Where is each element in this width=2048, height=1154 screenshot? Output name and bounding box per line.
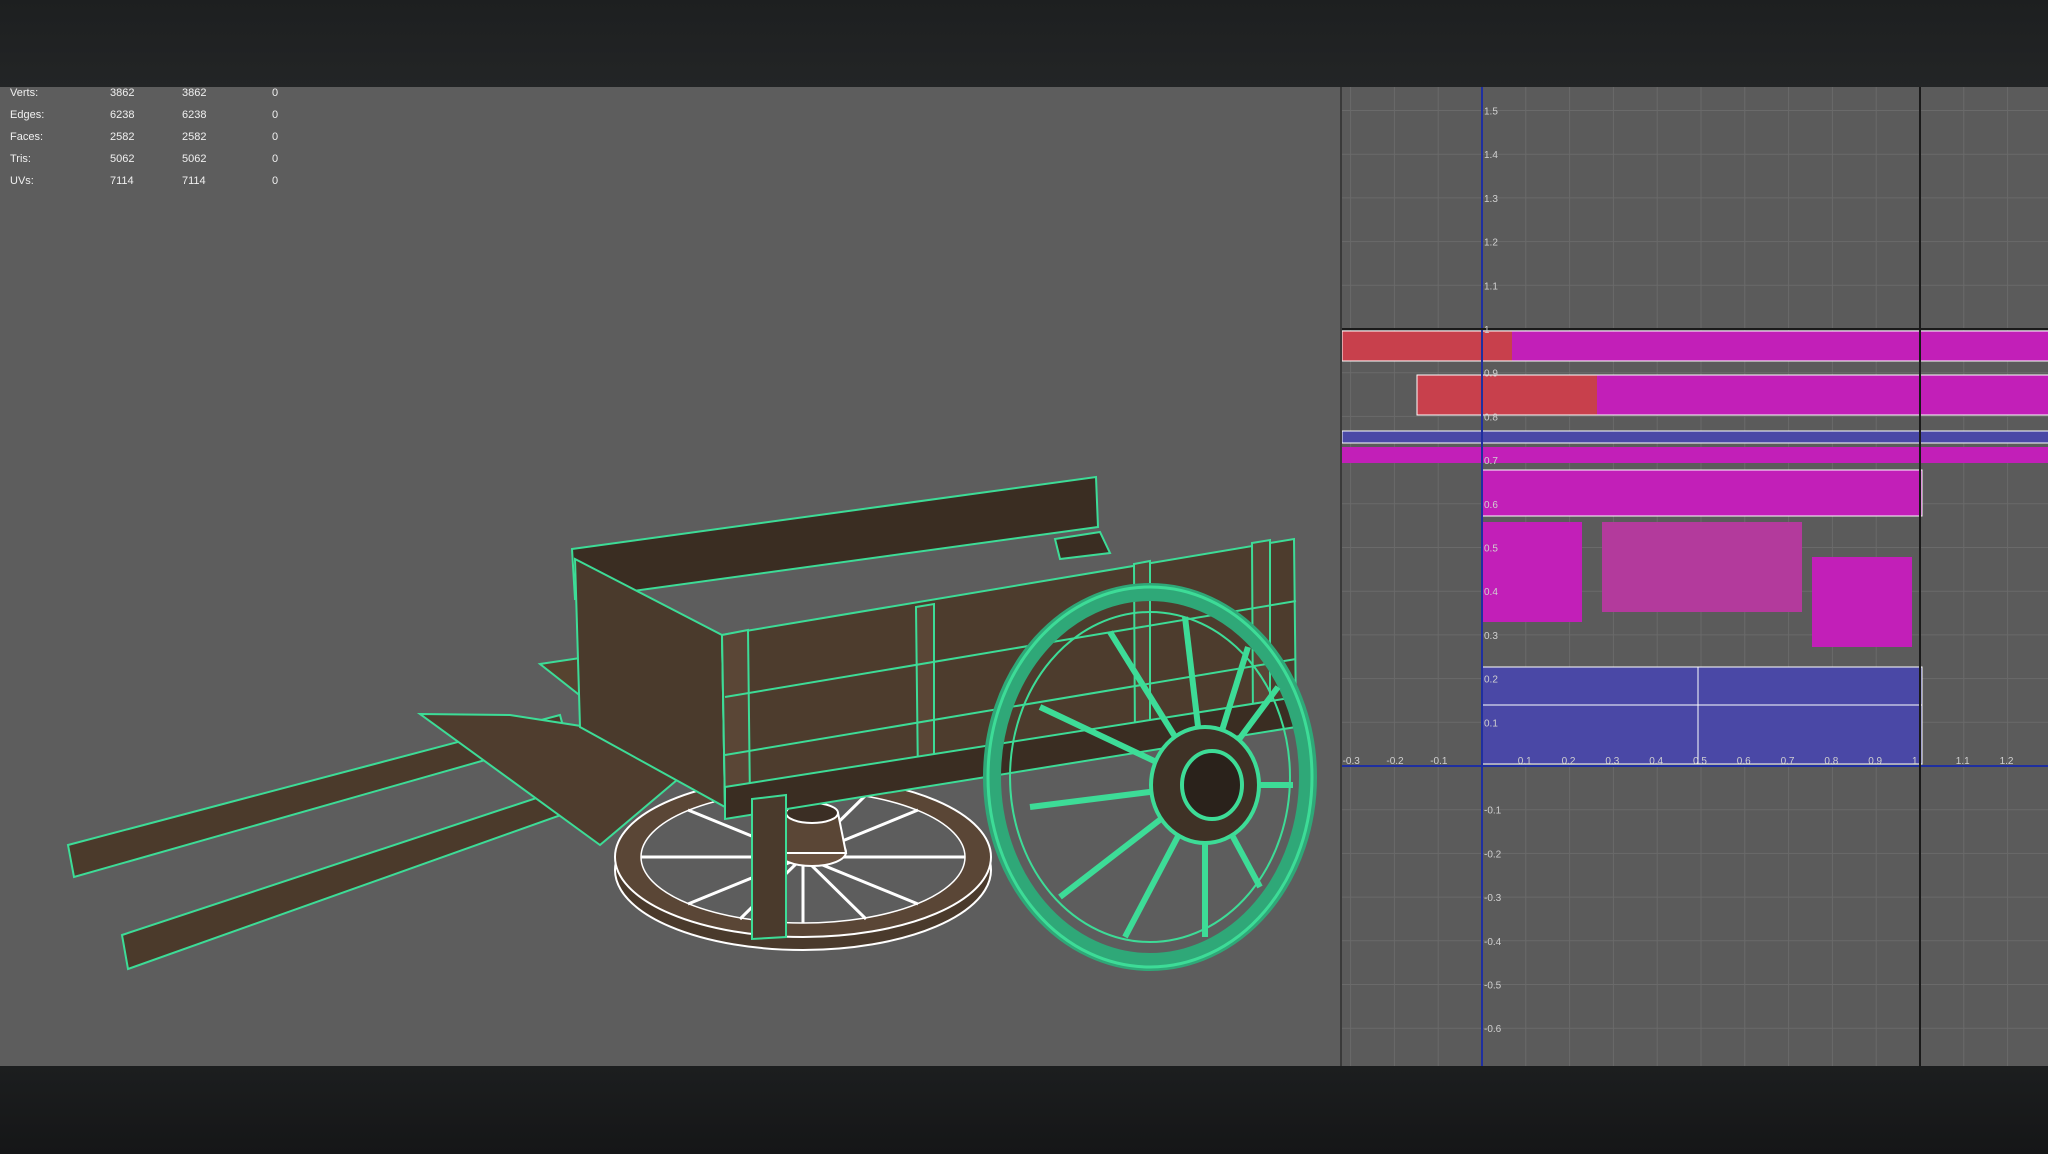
uv-u-tick-label: 1 <box>1912 756 1918 767</box>
uv-u-tick-label: 1.2 <box>2000 756 2014 767</box>
uv-u-tick-label: 0.2 <box>1562 756 1576 767</box>
uv-v-tick-label: 0.4 <box>1484 587 1498 598</box>
uv-v-tick-label: -0.5 <box>1484 981 1502 992</box>
uv-v-tick-label: -0.2 <box>1484 849 1502 860</box>
3d-viewport[interactable]: Verts: 3862 3862 0 Edges: 6238 6238 0 Fa… <box>0 87 1340 1066</box>
uv-v-tick-label: 0.5 <box>1484 544 1498 555</box>
uv-u-tick-label: -0.1 <box>1430 756 1448 767</box>
uv-v-tick-label: 0.9 <box>1484 369 1498 380</box>
uv-v-tick-label: 0.7 <box>1484 456 1498 467</box>
uv-editor-panel[interactable]: 1.5 1.4 1.3 1.2 1.1 1 0.9 0.8 0.7 0.6 0.5 0.4 0.3 0.2… <box>1340 87 2048 1066</box>
uv-grid[interactable]: 1.5 1.4 1.3 1.2 1.1 1 0.9 0.8 0.7 0.6 0.5 0.4 0.3 0.2… <box>1342 87 2048 1066</box>
cart-model[interactable] <box>0 87 1340 1066</box>
uv-v-tick-label: 1.4 <box>1484 150 1498 161</box>
uv-u-tick-label: 0.9 <box>1868 756 1882 767</box>
uv-u-tick-label: 0.6 <box>1737 756 1751 767</box>
uv-u-tick-label: 0.5 <box>1693 756 1707 767</box>
uv-v-tick-label: 0.3 <box>1484 631 1498 642</box>
uv-v-tick-label: -0.4 <box>1484 937 1502 948</box>
uv-v-tick-label: -0.1 <box>1484 806 1502 817</box>
uv-u-tick-label: 0.8 <box>1824 756 1838 767</box>
uv-u-tick-label: 0.7 <box>1781 756 1795 767</box>
uv-u-tick-label: -0.3 <box>1343 756 1361 767</box>
uv-v-tick-label: 1 <box>1484 325 1490 336</box>
uv-v-tick-label: 1.2 <box>1484 238 1498 249</box>
letterbox-top <box>0 0 2048 87</box>
uv-v-tick-label: 0.2 <box>1484 675 1498 686</box>
uv-v-tick-label: 1.5 <box>1484 107 1498 118</box>
uv-v-tick-label: 0.1 <box>1484 718 1498 729</box>
uv-v-tick-label: -0.6 <box>1484 1024 1502 1035</box>
letterbox-bottom <box>0 1066 2048 1154</box>
uv-u-tick-label: 1.1 <box>1956 756 1970 767</box>
uv-v-tick-label: -0.3 <box>1484 893 1502 904</box>
uv-v-tick-label: 0.6 <box>1484 500 1498 511</box>
uv-u-tick-label: -0.2 <box>1386 756 1404 767</box>
uv-v-tick-label: 0.8 <box>1484 412 1498 423</box>
uv-v-tick-label: 1.3 <box>1484 194 1498 205</box>
uv-v-tick-label: 1.1 <box>1484 281 1498 292</box>
uv-u-tick-label: 0.3 <box>1605 756 1619 767</box>
uv-u-tick-label: 0.4 <box>1649 756 1663 767</box>
uv-u-tick-label: 0.1 <box>1518 756 1532 767</box>
